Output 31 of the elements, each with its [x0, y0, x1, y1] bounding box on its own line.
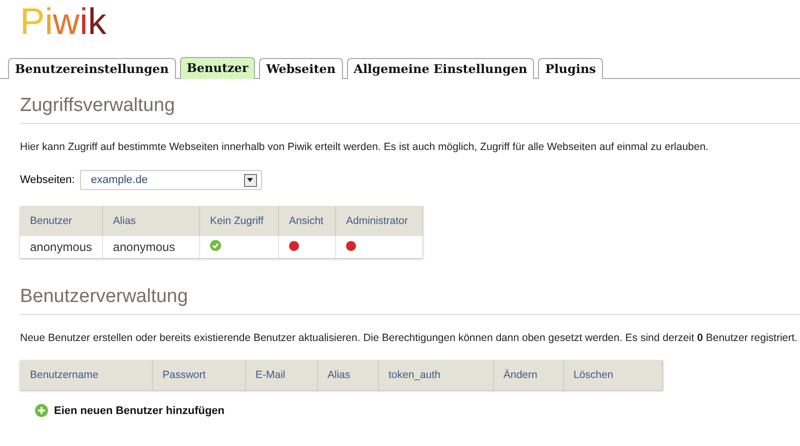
tab[interactable]: Plugins — [538, 58, 603, 79]
dot-icon[interactable] — [346, 241, 356, 251]
site-label: Webseiten: — [20, 174, 75, 186]
column-header: Löschen — [563, 360, 662, 390]
tab[interactable]: Benutzer — [180, 57, 256, 79]
description: Hier kann Zugriff auf bestimmte Webseiten innerhalb von Piwik erteilt werden. Es ist auch möglich, Zugriff für alle Webseiten auf einmal zu erlauben. — [20, 141, 710, 153]
column-header: token_auth — [378, 360, 493, 390]
column-header: Ansicht — [278, 206, 336, 236]
column-header: Benutzer — [20, 206, 103, 236]
section-heading: Zugriffsverwaltung — [19, 95, 176, 118]
column-header: Administrator — [336, 206, 423, 236]
add-user-link[interactable]: Eien neuen Benutzer hinzufügen — [54, 404, 225, 416]
logo: Piwik — [20, 2, 106, 42]
section-heading: Benutzerverwaltung — [19, 286, 189, 309]
description: Neue Benutzer erstellen oder bereits existierende Benutzer aktualisieren. Die Berechtigungen können dann oben gesetzt werden. Es sind derzeit 0 Benutzer registriert. — [20, 332, 798, 344]
check-icon[interactable] — [210, 240, 222, 251]
column-header: Ändern — [493, 360, 563, 390]
table-cell: anonymous — [20, 236, 103, 258]
caret-icon — [247, 178, 254, 182]
tab[interactable]: Allgemeine Einstellungen — [346, 58, 534, 79]
column-header: Benutzername — [20, 360, 152, 390]
column-header: Kein Zugriff — [200, 206, 279, 236]
table-cell: anonymous — [102, 236, 200, 258]
dot-icon[interactable] — [289, 241, 300, 251]
column-header: Passwort — [152, 360, 245, 390]
column-header: Alias — [317, 360, 378, 390]
column-header: Alias — [102, 206, 200, 236]
tab[interactable]: Benutzereinstellungen — [8, 58, 176, 79]
site-select[interactable]: example.de — [80, 170, 262, 190]
tab[interactable]: Webseiten — [259, 58, 343, 79]
column-header: E-Mail — [245, 360, 317, 390]
